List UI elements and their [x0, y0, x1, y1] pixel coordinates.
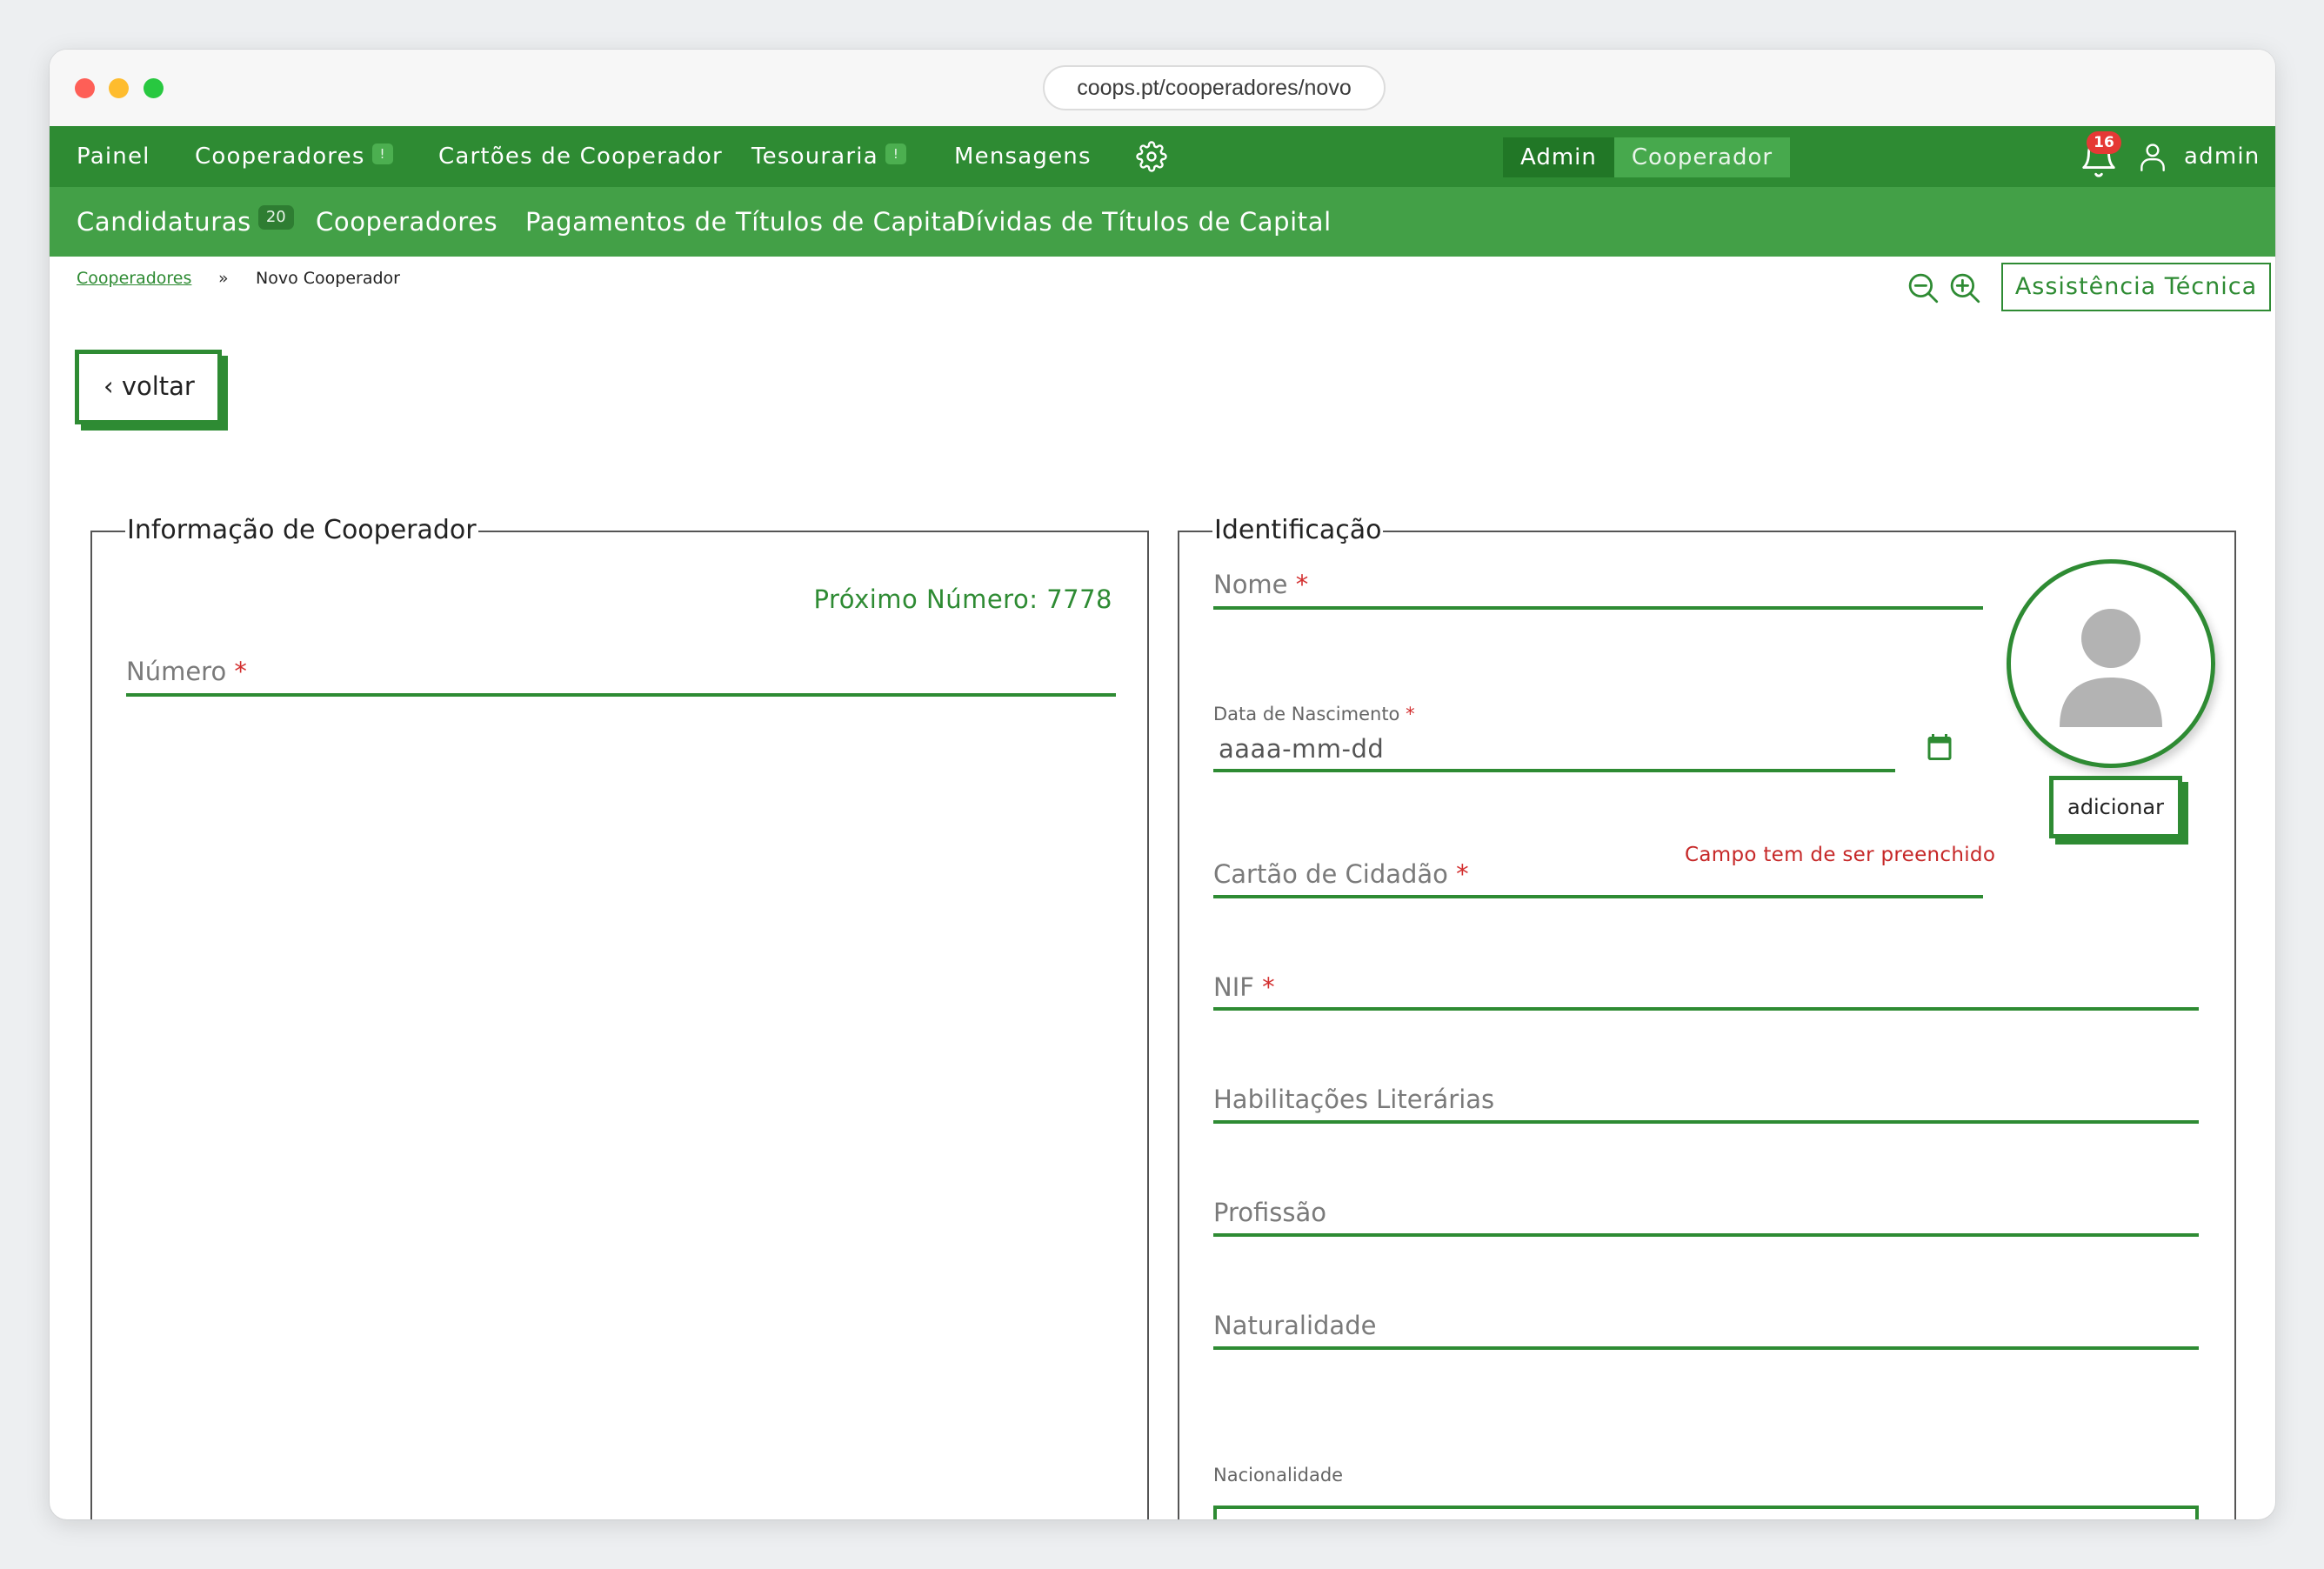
birth-date-input[interactable]: aaaa-mm-dd [1213, 727, 1895, 772]
avatar [2007, 559, 2215, 768]
user-menu[interactable]: admin [2184, 126, 2260, 187]
nav-item-cooperadores[interactable]: Cooperadores! [195, 126, 393, 187]
user-icon[interactable] [2136, 140, 2169, 173]
add-photo-button[interactable]: adicionar [2049, 776, 2182, 838]
subnav-item-dividas[interactable]: Dívidas de Títulos de Capital [956, 187, 1332, 257]
required-asterisk: * [1295, 570, 1309, 599]
identification-panel-title: Identificação [1212, 515, 1384, 546]
alert-badge: ! [371, 144, 393, 164]
zoom-in-icon[interactable] [1947, 270, 1983, 306]
mode-admin-button[interactable]: Admin [1503, 137, 1614, 177]
nome-field[interactable]: Nome * [1213, 570, 1983, 610]
alert-badge: ! [885, 144, 906, 164]
address-bar[interactable]: coops.pt/cooperadores/novo [1043, 65, 1386, 110]
browser-titlebar: coops.pt/cooperadores/novo [50, 50, 2275, 126]
required-asterisk: * [1456, 859, 1469, 889]
close-window-button[interactable] [75, 78, 95, 98]
naturalidade-field[interactable]: Naturalidade [1213, 1311, 2199, 1350]
required-asterisk: * [1406, 704, 1415, 724]
cartao-cidadao-label: Cartão de Cidadão * [1213, 859, 1469, 889]
notification-count-badge: 16 [2087, 131, 2121, 154]
cartao-cidadao-field[interactable]: Cartão de Cidadão * [1213, 859, 1983, 898]
birth-date-label: Data de Nascimento * [1213, 704, 1415, 724]
top-nav: Painel Cooperadores! Cartões de Cooperad… [50, 126, 2275, 187]
breadcrumb-separator: » [218, 269, 229, 288]
zoom-out-icon[interactable] [1905, 270, 1941, 306]
gear-icon[interactable] [1136, 141, 1167, 172]
nacionalidade-label: Nacionalidade [1213, 1465, 1344, 1486]
info-panel: Informação de Cooperador Próximo Número:… [90, 515, 1149, 1519]
tech-support-button[interactable]: Assistência Técnica [2001, 263, 2271, 311]
numero-field[interactable]: Número * [126, 657, 1116, 697]
nav-item-tesouraria[interactable]: Tesouraria! [751, 126, 906, 187]
profissao-label: Profissão [1213, 1198, 1327, 1227]
mode-cooperador-button[interactable]: Cooperador [1613, 137, 1791, 177]
sub-nav: Candidaturas 20 Cooperadores Pagamentos d… [50, 187, 2275, 257]
browser-window: coops.pt/cooperadores/novo Painel Cooper… [50, 50, 2275, 1519]
nif-field[interactable]: NIF * [1213, 972, 2199, 1011]
subnav-item-cooperadores[interactable]: Cooperadores [316, 187, 498, 257]
subnav-item-pagamentos[interactable]: Pagamentos de Títulos de Capital [525, 187, 965, 257]
nav-item-painel[interactable]: Painel [77, 126, 150, 187]
profissao-field[interactable]: Profissão [1213, 1198, 2199, 1237]
nav-item-cartoes[interactable]: Cartões de Cooperador [438, 126, 723, 187]
nome-label: Nome * [1213, 570, 1309, 599]
count-badge: 20 [257, 205, 294, 230]
nif-label: NIF * [1213, 972, 1275, 1002]
nav-item-mensagens[interactable]: Mensagens [954, 126, 1092, 187]
calendar-icon[interactable] [1924, 731, 1955, 763]
mode-switch: Admin Cooperador [1503, 137, 1791, 177]
next-number-text: Próximo Número: 7778 [813, 584, 1112, 614]
habilitacoes-field[interactable]: Habilitações Literárias [1213, 1085, 2199, 1124]
breadcrumb-link-cooperadores[interactable]: Cooperadores [77, 269, 191, 288]
avatar-placeholder-icon [2060, 609, 2162, 727]
habilitacoes-label: Habilitações Literárias [1213, 1085, 1495, 1114]
numero-label: Número * [126, 657, 247, 686]
maximize-window-button[interactable] [144, 78, 164, 98]
required-asterisk: * [1262, 972, 1275, 1002]
subnav-item-candidaturas[interactable]: Candidaturas 20 [77, 187, 294, 257]
info-panel-title: Informação de Cooperador [125, 515, 478, 546]
identification-panel: Identificação Nome * Data de Nascimento … [1178, 515, 2236, 1519]
naturalidade-label: Naturalidade [1213, 1311, 1377, 1340]
minimize-window-button[interactable] [109, 78, 129, 98]
required-asterisk: * [234, 657, 247, 686]
breadcrumb-current: Novo Cooperador [256, 269, 400, 288]
birth-date-placeholder: aaaa-mm-dd [1219, 734, 1385, 764]
nacionalidade-select[interactable] [1213, 1506, 2199, 1519]
back-button[interactable]: ‹ voltar [75, 350, 222, 424]
